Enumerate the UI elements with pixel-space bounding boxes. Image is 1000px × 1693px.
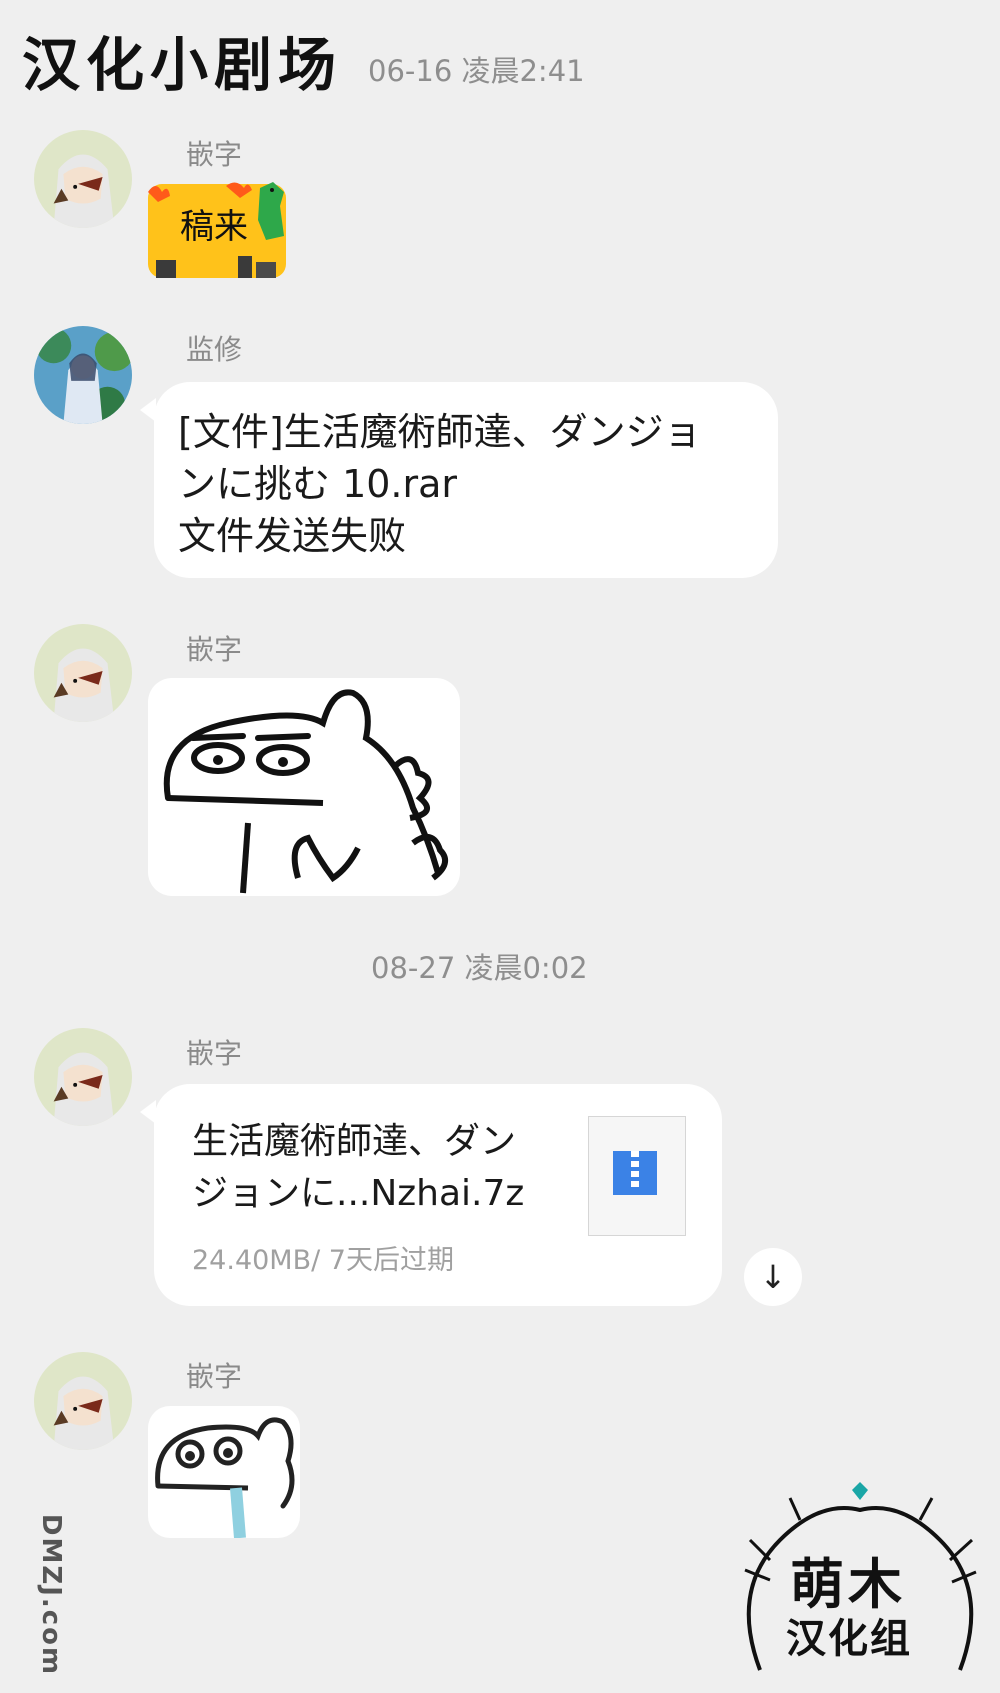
message-line: [文件]生活魔術師達、ダンジョ [178, 410, 702, 454]
logo-subtitle: 汉化组 [786, 1616, 912, 1662]
file-name-line: ジョンに...Nzhai.7z [192, 1173, 525, 1214]
avatar[interactable] [34, 130, 132, 228]
sender-name: 监修 [186, 333, 243, 366]
side-watermark: DMZJ.com [36, 1513, 67, 1677]
avatar[interactable] [34, 1352, 132, 1450]
sender-name: 嵌字 [186, 1360, 243, 1393]
chat-title: 汉化小剧场 [22, 31, 343, 99]
scanlation-group-logo: 萌木 汉化组 [740, 1470, 980, 1680]
sticker-caption: 稿来 [180, 207, 248, 247]
file-card[interactable]: 生活魔術師達、ダン ジョンに...Nzhai.7z 24.40MB/ 7天后过期 [154, 1084, 722, 1306]
avatar[interactable] [34, 1028, 132, 1126]
sender-name: 嵌字 [186, 138, 243, 171]
message-line: 文件发送失败 [178, 514, 407, 558]
sender-name: 嵌字 [186, 633, 243, 666]
sticker-image[interactable]: 稿来 [148, 180, 288, 280]
zip-file-icon [588, 1116, 686, 1236]
file-name-line: 生活魔術師達、ダン [192, 1121, 517, 1162]
sticker-image[interactable] [148, 678, 460, 896]
message-bubble[interactable]: [文件]生活魔術師達、ダンジョ ンに挑む 10.rar 文件发送失败 [154, 382, 778, 578]
sticker-image[interactable] [148, 1406, 300, 1538]
timestamp: 08-27 凌晨0:02 [371, 951, 588, 985]
file-size-expiry: 24.40MB/ 7天后过期 [192, 1245, 454, 1276]
message-line: ンに挑む 10.rar [178, 462, 458, 506]
timestamp: 06-16 凌晨2:41 [368, 54, 585, 88]
avatar[interactable] [34, 624, 132, 722]
download-arrow-icon[interactable]: ↓ [744, 1248, 802, 1306]
sender-name: 嵌字 [186, 1037, 243, 1070]
avatar[interactable] [34, 326, 132, 424]
